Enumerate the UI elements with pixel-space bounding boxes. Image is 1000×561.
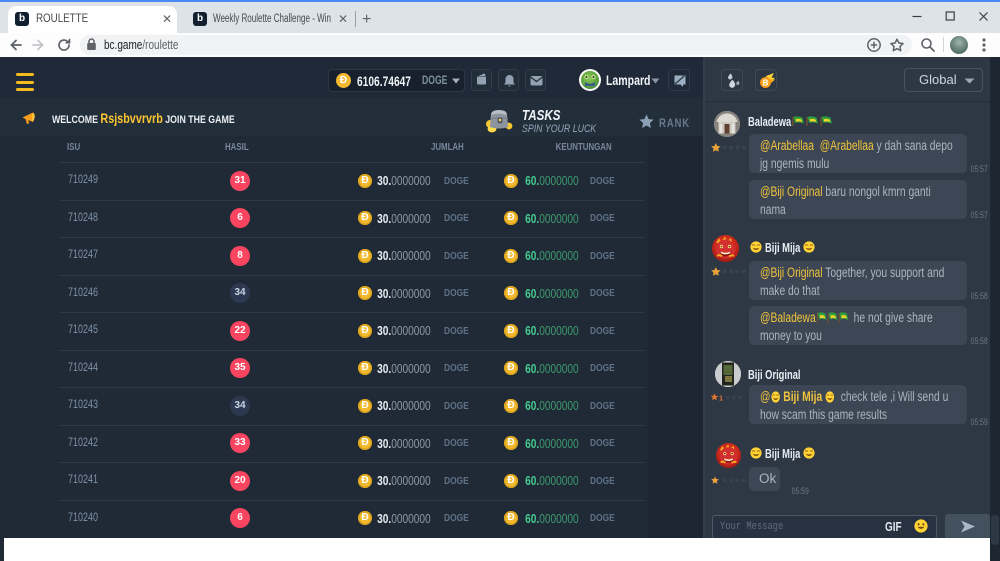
svg-text:B: B [763,79,769,88]
svg-text:1: 1 [719,394,723,402]
